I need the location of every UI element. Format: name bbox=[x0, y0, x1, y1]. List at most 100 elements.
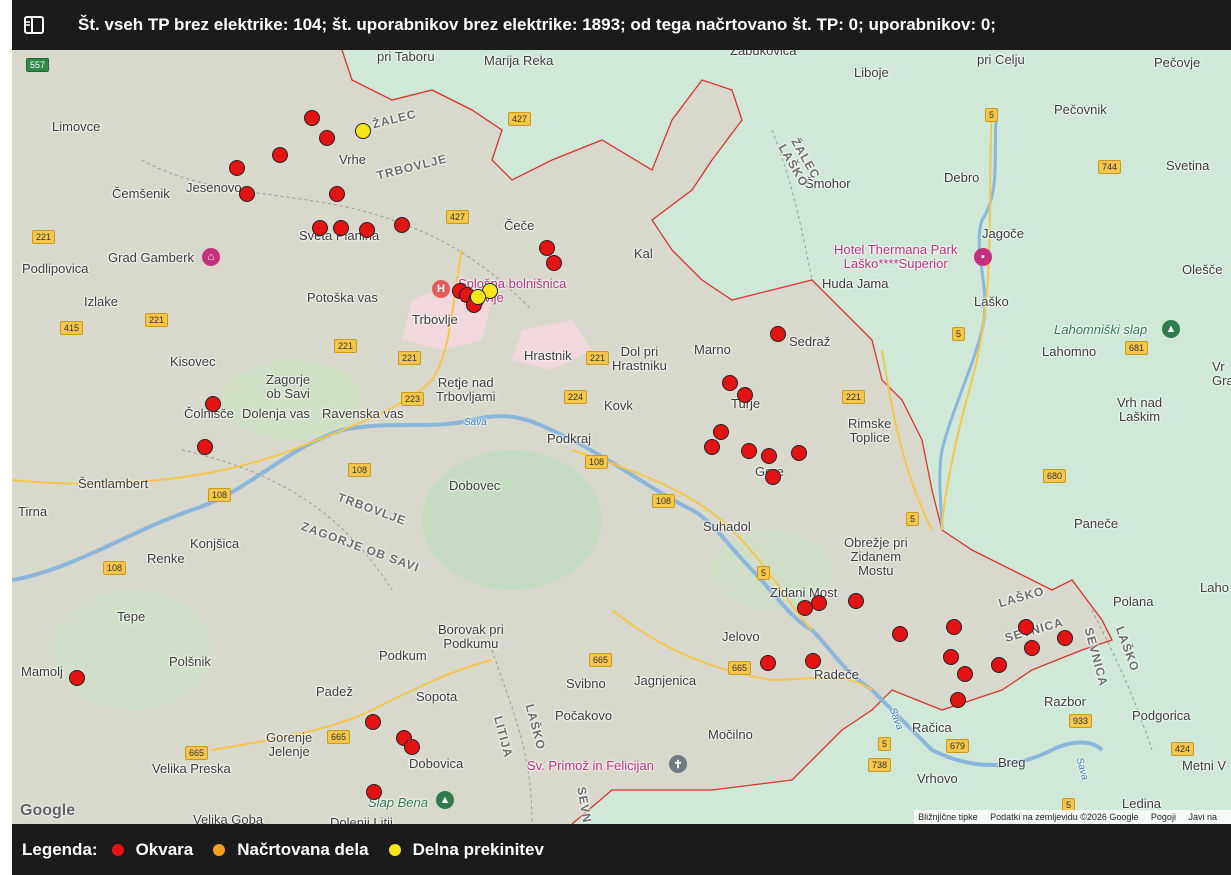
outage-marker-okvara[interactable] bbox=[319, 130, 335, 146]
outage-marker-okvara[interactable] bbox=[704, 439, 720, 455]
place-label: Padež bbox=[316, 684, 353, 699]
outage-marker-okvara[interactable] bbox=[546, 255, 562, 271]
place-label: Marija Reka bbox=[484, 53, 554, 68]
outage-marker-okvara[interactable] bbox=[329, 186, 345, 202]
outage-marker-okvara[interactable] bbox=[848, 593, 864, 609]
place-label: Olešče bbox=[1182, 262, 1223, 277]
hospital-poi-icon[interactable]: H bbox=[432, 280, 450, 298]
map-attribution: Bližnjične tipke Podatki na zemljevidu ©… bbox=[914, 810, 1231, 824]
place-label: Suhadol bbox=[703, 519, 751, 534]
road-shield: 427 bbox=[446, 210, 470, 224]
place-label: Sv. Primož in Felicijan bbox=[527, 758, 654, 773]
place-label: Vrhovo bbox=[917, 771, 958, 786]
outage-marker-okvara[interactable] bbox=[312, 220, 328, 236]
orange-dot-icon bbox=[213, 843, 226, 856]
place-label: Liboje bbox=[854, 65, 889, 80]
outage-marker-okvara[interactable] bbox=[304, 110, 320, 126]
road-shield: 108 bbox=[652, 494, 676, 508]
outage-marker-okvara[interactable] bbox=[239, 186, 255, 202]
road-shield: 933 bbox=[1069, 714, 1093, 728]
church-poi-icon[interactable]: ✝ bbox=[669, 755, 687, 773]
place-label: Podkum bbox=[379, 648, 427, 663]
place-label: Trbovlje bbox=[412, 312, 458, 327]
shortcuts-link[interactable]: Bližnjične tipke bbox=[918, 812, 978, 822]
outage-marker-okvara[interactable] bbox=[892, 626, 908, 642]
map-canvas[interactable]: pri Taboru Marija Reka Zabukovica Liboje… bbox=[12, 50, 1231, 824]
outage-marker-okvara[interactable] bbox=[333, 220, 349, 236]
waterfall-poi-icon[interactable]: ▲ bbox=[1162, 320, 1180, 338]
place-label: Svibno bbox=[566, 676, 606, 691]
outage-marker-okvara[interactable] bbox=[69, 670, 85, 686]
outage-marker-okvara[interactable] bbox=[765, 469, 781, 485]
place-label: Rimske Toplice bbox=[848, 416, 892, 445]
outage-marker-okvara[interactable] bbox=[805, 653, 821, 669]
place-label: Laho bbox=[1200, 580, 1229, 595]
place-label: Sopota bbox=[416, 689, 458, 704]
report-link[interactable]: Javi na bbox=[1188, 812, 1217, 822]
road-shield: 681 bbox=[1125, 341, 1149, 355]
terms-link[interactable]: Pogoji bbox=[1151, 812, 1176, 822]
outage-marker-okvara[interactable] bbox=[539, 240, 555, 256]
place-label: Hotel Thermana Park Laško****Superior bbox=[834, 242, 958, 271]
outage-marker-okvara[interactable] bbox=[404, 739, 420, 755]
outage-marker-delna[interactable] bbox=[355, 123, 371, 139]
road-shield: 108 bbox=[348, 463, 372, 477]
road-shield: 221 bbox=[32, 230, 56, 244]
outage-marker-okvara[interactable] bbox=[722, 375, 738, 391]
outage-marker-okvara[interactable] bbox=[946, 619, 962, 635]
hotel-poi-icon[interactable]: ▪ bbox=[974, 248, 992, 266]
road-shield: 557 bbox=[26, 58, 50, 72]
place-label: Kovk bbox=[604, 398, 633, 413]
outage-marker-okvara[interactable] bbox=[1024, 640, 1040, 656]
outage-marker-okvara[interactable] bbox=[761, 448, 777, 464]
outage-marker-okvara[interactable] bbox=[272, 147, 288, 163]
legend-item-okvara: Okvara bbox=[111, 840, 193, 860]
outage-marker-okvara[interactable] bbox=[359, 222, 375, 238]
place-label: Ledina bbox=[1122, 796, 1162, 811]
place-label: pri Taboru bbox=[377, 50, 435, 64]
place-label: Vrhe bbox=[339, 152, 366, 167]
place-label: Lahomniški slap bbox=[1054, 322, 1148, 337]
place-label: Jagnjenica bbox=[634, 673, 697, 688]
gamberk-poi-icon[interactable]: ⌂ bbox=[202, 248, 220, 266]
place-label: Velika Preska bbox=[152, 761, 231, 776]
place-label: Grad Gamberk bbox=[108, 250, 194, 265]
road-shield: 415 bbox=[60, 321, 84, 335]
outage-marker-okvara[interactable] bbox=[797, 600, 813, 616]
outage-marker-okvara[interactable] bbox=[366, 784, 382, 800]
outage-marker-okvara[interactable] bbox=[737, 387, 753, 403]
place-label: Pečovnik bbox=[1054, 102, 1107, 117]
place-label: Polšnik bbox=[169, 654, 211, 669]
outage-marker-okvara[interactable] bbox=[957, 666, 973, 682]
road-shield: 427 bbox=[508, 112, 532, 126]
outage-marker-okvara[interactable] bbox=[394, 217, 410, 233]
outage-marker-okvara[interactable] bbox=[1018, 619, 1034, 635]
outage-marker-okvara[interactable] bbox=[197, 439, 213, 455]
outage-marker-okvara[interactable] bbox=[1057, 630, 1073, 646]
outage-marker-okvara[interactable] bbox=[205, 396, 221, 412]
outage-marker-okvara[interactable] bbox=[229, 160, 245, 176]
outage-marker-okvara[interactable] bbox=[760, 655, 776, 671]
road-shield: 744 bbox=[1098, 160, 1122, 174]
sidebar-toggle-button[interactable] bbox=[12, 0, 56, 50]
outage-marker-okvara[interactable] bbox=[741, 443, 757, 459]
place-label: pri Celju bbox=[977, 52, 1025, 67]
place-label: Potoška vas bbox=[307, 290, 378, 305]
outage-marker-okvara[interactable] bbox=[365, 714, 381, 730]
place-label: Hrastnik bbox=[524, 348, 572, 363]
outage-marker-delna[interactable] bbox=[470, 289, 486, 305]
outage-marker-okvara[interactable] bbox=[713, 424, 729, 440]
place-label: Gorenje Jelenje bbox=[266, 730, 313, 759]
place-label: Huda Jama bbox=[822, 276, 889, 291]
outage-marker-okvara[interactable] bbox=[950, 692, 966, 708]
place-label: Radeče bbox=[814, 667, 859, 682]
outage-marker-okvara[interactable] bbox=[791, 445, 807, 461]
place-label: Laško bbox=[974, 294, 1009, 309]
outage-marker-okvara[interactable] bbox=[770, 326, 786, 342]
outage-marker-okvara[interactable] bbox=[991, 657, 1007, 673]
outage-marker-okvara[interactable] bbox=[811, 595, 827, 611]
outage-marker-okvara[interactable] bbox=[943, 649, 959, 665]
road-shield: 665 bbox=[327, 730, 351, 744]
waterfall-poi-icon[interactable]: ▲ bbox=[436, 791, 454, 809]
road-shield: 5 bbox=[878, 737, 892, 751]
